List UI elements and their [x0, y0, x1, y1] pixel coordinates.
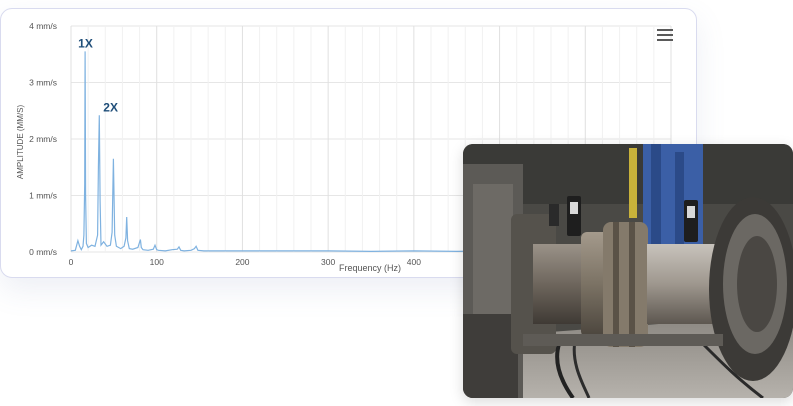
y-axis-label: AMPLITUDE (MM/S)	[16, 105, 25, 180]
y-tick-label: 2 mm/s	[29, 134, 57, 144]
harmonic-annotation: 1X	[78, 36, 93, 50]
x-tick-label: 400	[407, 257, 421, 267]
x-tick-label: 300	[321, 257, 335, 267]
coupling-photo-image	[463, 144, 793, 398]
machine-coupling-photo	[463, 144, 793, 398]
chart-annotations: 1X 2X	[78, 36, 118, 114]
x-axis-label: Frequency (Hz)	[339, 263, 401, 273]
chart-menu-button[interactable]	[657, 29, 673, 43]
x-tick-label: 0	[69, 257, 74, 267]
y-tick-label: 3 mm/s	[29, 78, 57, 88]
x-tick-label: 100	[150, 257, 164, 267]
hamburger-menu-icon	[657, 29, 673, 31]
x-tick-label: 200	[235, 257, 249, 267]
y-tick-label: 4 mm/s	[29, 21, 57, 31]
y-tick-label: 0 mm/s	[29, 247, 57, 257]
y-tick-label: 1 mm/s	[29, 191, 57, 201]
harmonic-annotation: 2X	[103, 100, 118, 114]
